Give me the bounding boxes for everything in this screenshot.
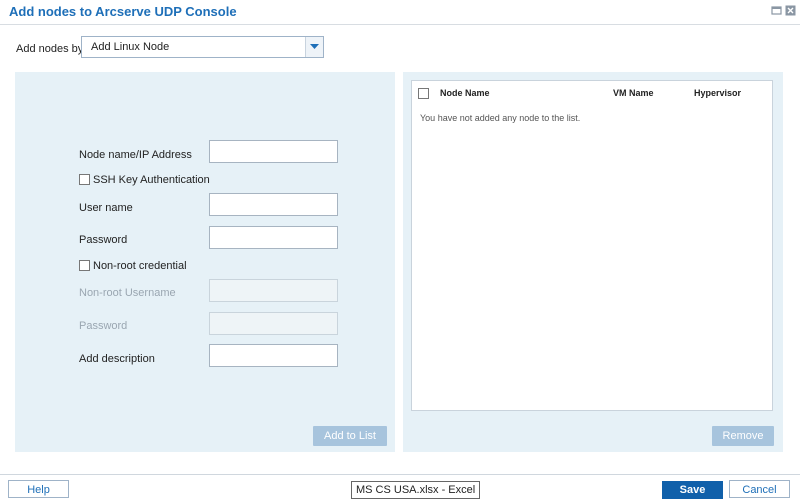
ssh-key-label: SSH Key Authentication (93, 174, 210, 186)
password-input[interactable] (209, 226, 338, 249)
add-nodes-by-label: Add nodes by (16, 43, 84, 55)
node-list-panel: Node Name VM Name Hypervisor You have no… (403, 72, 783, 452)
grid-header: Node Name VM Name Hypervisor (412, 81, 772, 103)
add-nodes-by-value: Add Linux Node (91, 41, 170, 53)
cancel-button[interactable]: Cancel (729, 480, 790, 498)
ssh-key-checkbox[interactable] (79, 174, 90, 185)
add-to-list-button[interactable]: Add to List (313, 426, 387, 446)
dropdown-button[interactable] (305, 37, 323, 57)
taskbar-tooltip: MS CS USA.xlsx - Excel (351, 481, 481, 499)
dialog-title-bar: Add nodes to Arcserve UDP Console (0, 0, 800, 25)
node-grid: Node Name VM Name Hypervisor You have no… (411, 80, 773, 411)
non-root-username-input (209, 279, 338, 302)
add-nodes-by-select[interactable]: Add Linux Node (81, 36, 324, 58)
dialog-title: Add nodes to Arcserve UDP Console (9, 4, 237, 19)
help-button[interactable]: Help (8, 480, 69, 498)
user-name-label: User name (79, 202, 133, 214)
description-label: Add description (79, 353, 155, 365)
node-name-label: Node name/IP Address (79, 149, 192, 161)
remove-button[interactable]: Remove (712, 426, 774, 446)
close-icon[interactable] (785, 5, 796, 16)
column-node-name[interactable]: Node Name (440, 88, 490, 98)
column-hypervisor[interactable]: Hypervisor (694, 88, 741, 98)
description-input[interactable] (209, 344, 338, 367)
node-form-panel: Node name/IP Address SSH Key Authenticat… (15, 72, 395, 452)
non-root-username-label: Non-root Username (79, 287, 176, 299)
node-name-input[interactable] (209, 140, 338, 163)
non-root-password-input (209, 312, 338, 335)
empty-list-message: You have not added any node to the list. (420, 113, 581, 123)
save-button[interactable]: Save (662, 481, 723, 499)
select-all-checkbox[interactable] (418, 88, 429, 99)
password-label: Password (79, 234, 128, 246)
non-root-password-label: Password (79, 320, 128, 332)
non-root-checkbox[interactable] (79, 260, 90, 271)
non-root-label: Non-root credential (93, 260, 187, 272)
chevron-down-icon (310, 44, 319, 49)
column-vm-name[interactable]: VM Name (613, 88, 654, 98)
user-name-input[interactable] (209, 193, 338, 216)
restore-icon[interactable] (771, 5, 782, 16)
